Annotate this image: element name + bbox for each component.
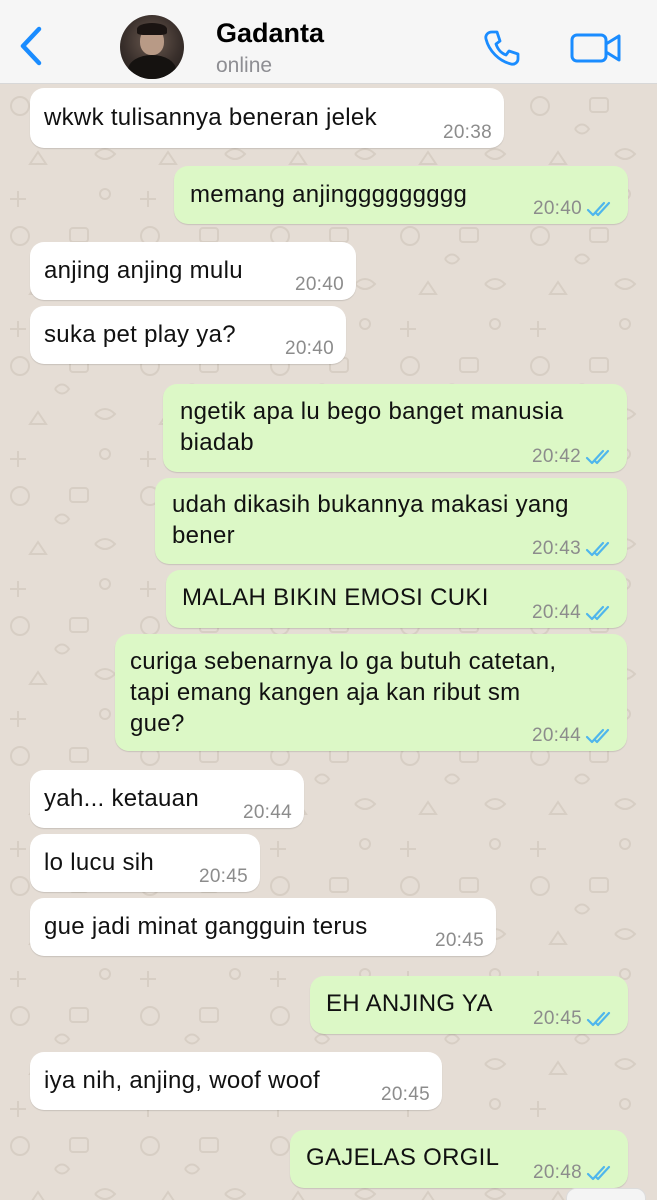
message-time: 20:44 — [531, 602, 581, 623]
double-check-icon — [585, 605, 610, 621]
message-time: 20:44 — [531, 725, 581, 746]
double-check-icon — [586, 1011, 611, 1027]
message-text: lo lucu sih — [44, 849, 155, 876]
avatar[interactable] — [120, 15, 184, 79]
message-time: 20:40 — [284, 338, 334, 359]
double-check-icon — [585, 728, 610, 744]
chevron-left-icon — [20, 26, 42, 66]
video-camera-icon — [570, 33, 621, 63]
message-text: curiga sebenarnya lo ga butuh catetan, — [130, 648, 557, 675]
message-time: 20:45 — [532, 1008, 582, 1029]
message-text: ngetik apa lu bego banget manusia — [180, 398, 564, 425]
message-text: anjing anjing mulu — [44, 257, 243, 284]
message-incoming[interactable]: gue jadi minat gangguin terus 20:45 — [30, 898, 496, 956]
contact-name[interactable]: Gadanta — [216, 18, 324, 49]
message-outgoing[interactable]: ngetik apa lu bego banget manusia biadab… — [163, 384, 627, 472]
message-text: yah... ketauan — [44, 785, 199, 812]
message-list[interactable]: wkwk tulisannya beneran jelek 20:38 mema… — [0, 84, 657, 1200]
message-text: gue jadi minat gangguin terus — [44, 913, 368, 940]
message-text: EH ANJING YA — [326, 990, 493, 1017]
message-outgoing[interactable]: EH ANJING YA 20:45 — [310, 976, 628, 1034]
message-time: 20:38 — [442, 122, 492, 143]
message-time: 20:40 — [294, 274, 344, 295]
scroll-to-bottom-button[interactable] — [566, 1188, 646, 1200]
message-time: 20:45 — [434, 930, 484, 951]
phone-icon — [484, 30, 520, 66]
message-time: 20:45 — [198, 866, 248, 887]
message-text: GAJELAS ORGIL — [306, 1144, 500, 1171]
double-check-icon — [585, 541, 610, 557]
message-outgoing[interactable]: curiga sebenarnya lo ga butuh catetan, t… — [115, 634, 627, 751]
message-text: iya nih, anjing, woof woof — [44, 1067, 320, 1094]
message-text: wkwk tulisannya beneran jelek — [44, 104, 377, 131]
message-outgoing[interactable]: MALAH BIKIN EMOSI CUKI 20:44 — [166, 570, 627, 628]
message-outgoing[interactable]: udah dikasih bukannya makasi yang bener … — [155, 478, 627, 564]
message-text: bener — [172, 522, 235, 549]
message-time: 20:45 — [380, 1084, 430, 1105]
message-text: tapi emang kangen aja kan ribut sm — [130, 679, 521, 706]
video-call-button[interactable] — [568, 26, 624, 70]
message-incoming[interactable]: lo lucu sih 20:45 — [30, 834, 260, 892]
message-incoming[interactable]: suka pet play ya? 20:40 — [30, 306, 346, 364]
message-time: 20:42 — [531, 446, 581, 467]
back-button[interactable] — [14, 24, 48, 68]
message-incoming[interactable]: yah... ketauan 20:44 — [30, 770, 304, 828]
voice-call-button[interactable] — [480, 26, 524, 70]
message-incoming[interactable]: wkwk tulisannya beneran jelek 20:38 — [30, 88, 504, 148]
double-check-icon — [585, 449, 610, 465]
double-check-icon — [586, 201, 611, 217]
chat-header: Gadanta online — [0, 0, 657, 84]
message-text: MALAH BIKIN EMOSI CUKI — [182, 584, 489, 611]
message-text: suka pet play ya? — [44, 321, 236, 348]
message-outgoing[interactable]: memang anjinggggggggg 20:40 — [174, 166, 628, 224]
message-text: memang anjinggggggggg — [190, 181, 468, 208]
message-text: udah dikasih bukannya makasi yang — [172, 491, 569, 518]
message-time: 20:43 — [531, 538, 581, 559]
message-time: 20:48 — [532, 1162, 582, 1183]
contact-status: online — [216, 54, 273, 77]
double-check-icon — [586, 1165, 611, 1181]
message-text: biadab — [180, 429, 254, 456]
message-incoming[interactable]: iya nih, anjing, woof woof 20:45 — [30, 1052, 442, 1110]
message-outgoing[interactable]: GAJELAS ORGIL 20:48 — [290, 1130, 628, 1188]
message-incoming[interactable]: anjing anjing mulu 20:40 — [30, 242, 356, 300]
message-time: 20:40 — [532, 198, 582, 219]
message-text: gue? — [130, 710, 185, 737]
message-time: 20:44 — [242, 802, 292, 823]
